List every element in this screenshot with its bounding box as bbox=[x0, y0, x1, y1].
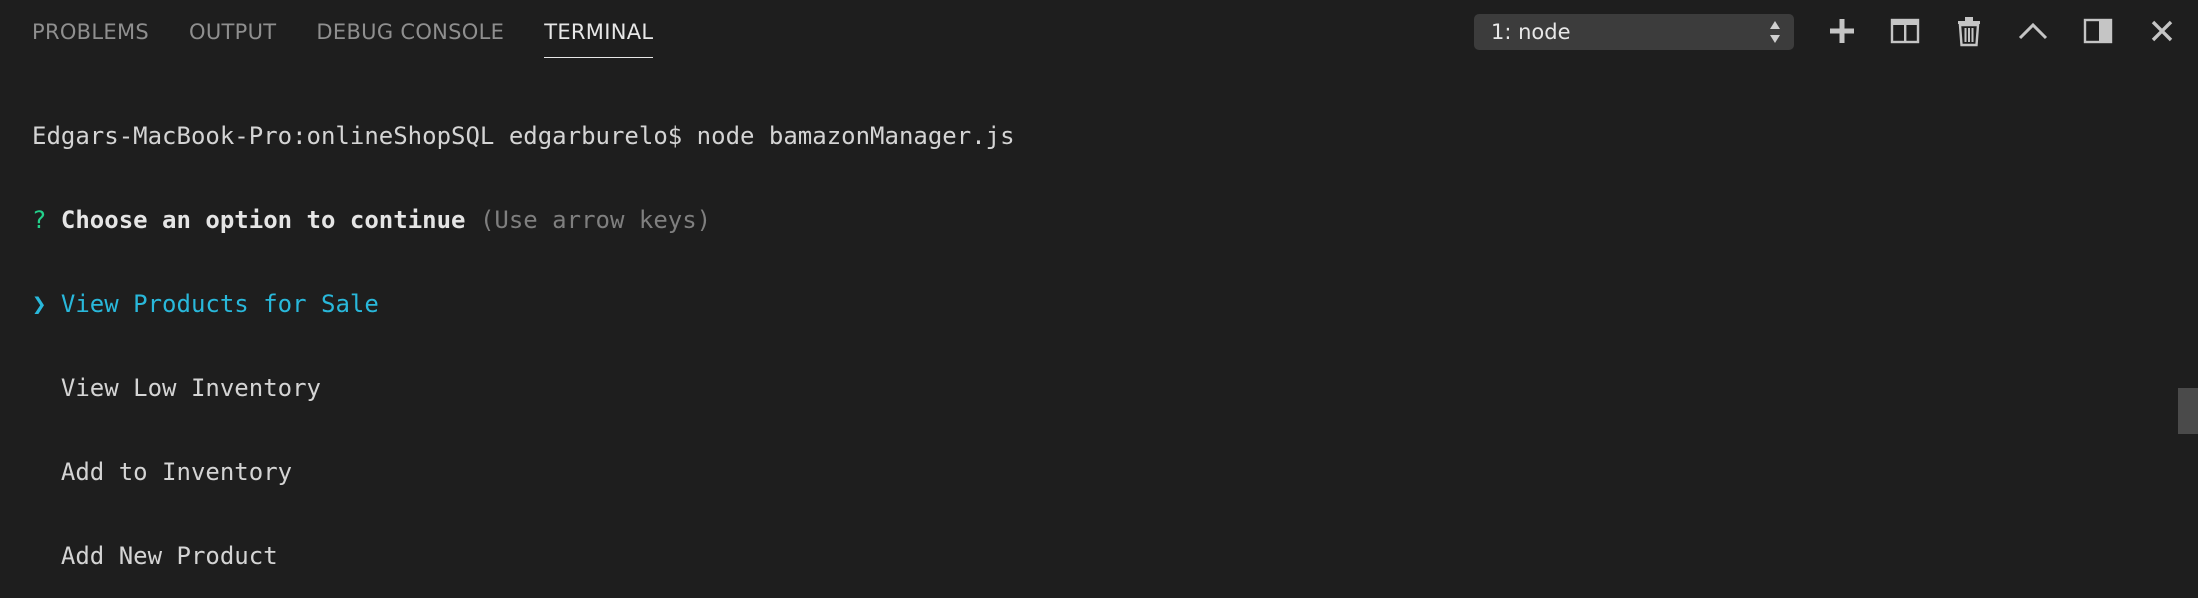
menu-option-label: View Products for Sale bbox=[60, 290, 379, 318]
split-icon[interactable] bbox=[1888, 14, 1922, 48]
terminal-question-line: ? Choose an option to continue (Use arro… bbox=[32, 206, 2158, 234]
tab-terminal[interactable]: TERMINAL bbox=[544, 0, 654, 58]
close-icon[interactable] bbox=[2145, 14, 2179, 48]
menu-option[interactable]: Add New Product bbox=[32, 542, 2158, 570]
menu-option-label: Add New Product bbox=[60, 542, 278, 570]
terminal-select-value: 1: node bbox=[1491, 20, 1571, 44]
menu-option-label: Add to Inventory bbox=[60, 458, 293, 486]
trash-icon[interactable] bbox=[1952, 14, 1986, 48]
terminal-prompt-line: Edgars-MacBook-Pro:onlineShopSQL edgarbu… bbox=[32, 122, 1015, 150]
plus-icon[interactable] bbox=[1825, 14, 1859, 48]
menu-option-selected[interactable]: ❯ View Products for Sale bbox=[32, 290, 2158, 318]
menu-option[interactable]: Add to Inventory bbox=[32, 458, 2158, 486]
panel-tabs: PROBLEMS OUTPUT DEBUG CONSOLE TERMINAL bbox=[32, 0, 693, 64]
question-hint: (Use arrow keys) bbox=[479, 206, 712, 234]
scrollbar-thumb[interactable] bbox=[2178, 388, 2198, 434]
select-arrows-icon bbox=[1770, 21, 1782, 43]
question-text: Choose an option to continue bbox=[60, 206, 466, 234]
terminal-output[interactable]: Edgars-MacBook-Pro:onlineShopSQL edgarbu… bbox=[32, 66, 2158, 598]
tab-debug-console[interactable]: DEBUG CONSOLE bbox=[316, 0, 504, 58]
pointer-icon: ❯ bbox=[32, 290, 47, 318]
tab-problems[interactable]: PROBLEMS bbox=[32, 0, 149, 58]
chevron-up-icon[interactable] bbox=[2016, 14, 2050, 48]
toggle-sidebar-icon[interactable] bbox=[2081, 14, 2115, 48]
question-mark: ? bbox=[32, 206, 47, 234]
tab-output[interactable]: OUTPUT bbox=[189, 0, 276, 58]
terminal-select[interactable]: 1: node bbox=[1474, 14, 1794, 50]
menu-option-label: View Low Inventory bbox=[60, 374, 321, 402]
menu-option[interactable]: View Low Inventory bbox=[32, 374, 2158, 402]
